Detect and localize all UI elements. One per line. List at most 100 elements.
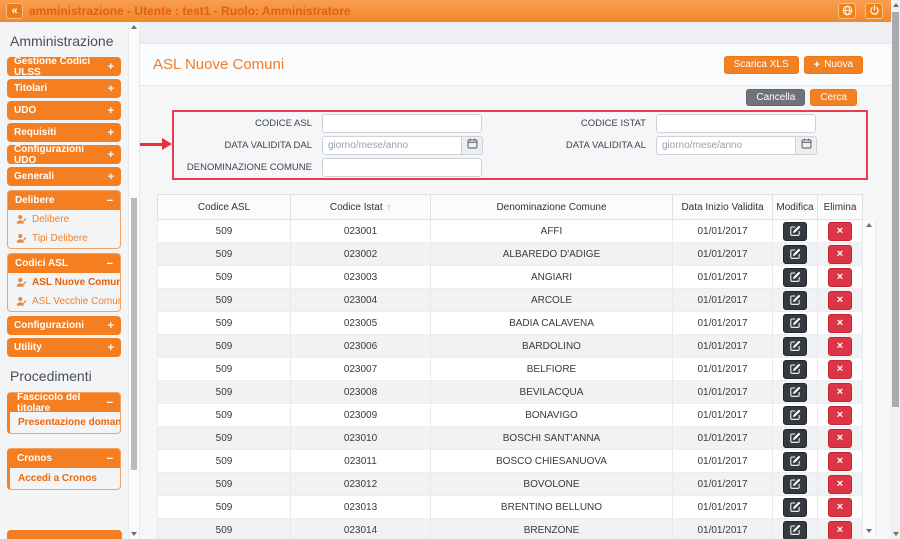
sidebar-collapse-button[interactable]: « (6, 3, 23, 19)
sidebar-item-tipi-delibere[interactable]: Tipi Delibere (8, 229, 120, 248)
delete-button[interactable]: × (828, 360, 852, 379)
delete-button[interactable]: × (828, 268, 852, 287)
x-icon: × (837, 318, 843, 329)
scroll-down-arrow[interactable] (893, 532, 899, 536)
content-top-band (140, 22, 891, 44)
cell-denominazione-comune: AFFI (431, 220, 673, 243)
edit-button[interactable] (783, 429, 807, 448)
sidebar-group-gestione-codici-ulss[interactable]: Gestione Codici ULSS+ (7, 57, 121, 76)
cell-denominazione-comune: BRENTINO BELLUNO (431, 496, 673, 519)
edit-button[interactable] (783, 360, 807, 379)
data-validita-al-input[interactable] (656, 136, 796, 155)
sidebar-item-asl-nuove-comuni[interactable]: ASL Nuove Comuni (8, 273, 120, 292)
column-header-denominazione-comune[interactable]: Denominazione Comune (431, 195, 673, 220)
cell-codice-asl: 509 (158, 450, 291, 473)
sidebar-group-utility[interactable]: Utility+ (7, 338, 121, 357)
cell-codice-istat: 023003 (291, 266, 431, 289)
logout-power-button[interactable] (865, 3, 883, 19)
window-vertical-scrollbar[interactable] (891, 0, 900, 539)
edit-button[interactable] (783, 383, 807, 402)
sidebar-item-presentazione-domande[interactable]: Presentazione domande (10, 412, 120, 433)
edit-button[interactable] (783, 452, 807, 471)
column-header-codice-asl[interactable]: Codice ASL (158, 195, 291, 220)
table-row: 509023007BELFIORE01/01/2017× (158, 358, 863, 381)
delete-button[interactable]: × (828, 406, 852, 425)
calendar-icon-button[interactable] (462, 136, 483, 155)
cell-modifica (773, 427, 818, 450)
scroll-down-arrow[interactable] (866, 529, 872, 533)
search-button[interactable]: Cerca (810, 89, 857, 106)
clear-button[interactable]: Cancella (746, 89, 805, 106)
x-icon: × (837, 410, 843, 421)
codice-istat-input[interactable] (656, 114, 816, 133)
sidebar-group-requisiti[interactable]: Requisiti+ (7, 123, 121, 142)
cell-codice-istat: 023006 (291, 335, 431, 358)
sidebar-item-delibere[interactable]: Delibere (8, 210, 120, 229)
delete-button[interactable]: × (828, 475, 852, 494)
table-scrollbar[interactable] (863, 220, 876, 536)
cell-codice-istat: 023005 (291, 312, 431, 335)
delete-button[interactable]: × (828, 429, 852, 448)
language-globe-button[interactable] (838, 3, 856, 19)
scroll-up-arrow[interactable] (866, 223, 872, 227)
form-label-data-validita-dal: DATA VALIDITA DAL (174, 140, 322, 151)
delete-button[interactable]: × (828, 245, 852, 264)
edit-button[interactable] (783, 498, 807, 517)
cell-denominazione-comune: BEVILACQUA (431, 381, 673, 404)
sidebar-scrollbar[interactable] (128, 22, 140, 539)
denominazione-comune-input[interactable] (322, 158, 482, 177)
codice-asl-input[interactable] (322, 114, 482, 133)
sidebar-group-header-delibere[interactable]: Delibere− (8, 191, 120, 210)
column-header-codice-istat[interactable]: Codice Istat↑ (291, 195, 431, 220)
new-button[interactable]: + Nuova (804, 56, 863, 74)
delete-button[interactable]: × (828, 222, 852, 241)
edit-button[interactable] (783, 406, 807, 425)
cell-modifica (773, 381, 818, 404)
delete-button[interactable]: × (828, 521, 852, 539)
column-header-elimina[interactable]: Elimina (818, 195, 863, 220)
edit-button[interactable] (783, 245, 807, 264)
x-icon: × (837, 295, 843, 306)
delete-button[interactable]: × (828, 314, 852, 333)
cell-codice-asl: 509 (158, 335, 291, 358)
scroll-up-arrow[interactable] (131, 25, 137, 29)
sidebar-group-configurazioni-udo[interactable]: Configurazioni UDO+ (7, 145, 121, 164)
table-row: 509023011BOSCO CHIESANUOVA01/01/2017× (158, 450, 863, 473)
edit-button[interactable] (783, 291, 807, 310)
collapse-minus-icon: − (107, 397, 113, 409)
scrollbar-thumb[interactable] (892, 12, 899, 407)
delete-button[interactable]: × (828, 452, 852, 471)
sidebar-item-accedi-a-cronos[interactable]: Accedi a Cronos (10, 468, 120, 489)
edit-button[interactable] (783, 222, 807, 241)
sidebar-group-udo[interactable]: UDO+ (7, 101, 121, 120)
form-field-codice-istat (656, 114, 832, 133)
data-validita-dal-input[interactable] (322, 136, 462, 155)
calendar-icon-button[interactable] (796, 136, 817, 155)
edit-button[interactable] (783, 337, 807, 356)
cell-codice-istat: 023012 (291, 473, 431, 496)
scroll-down-arrow[interactable] (131, 532, 137, 536)
column-header-data-inizio-validita[interactable]: Data Inizio Validita (673, 195, 773, 220)
edit-pencil-icon (790, 454, 801, 469)
sidebar-group-generali[interactable]: Generali+ (7, 167, 121, 186)
sidebar-group-titolari[interactable]: Titolari+ (7, 79, 121, 98)
delete-button[interactable]: × (828, 383, 852, 402)
edit-button[interactable] (783, 475, 807, 494)
scrollbar-thumb[interactable] (131, 198, 137, 470)
sidebar-item-asl-vecchie-comuni[interactable]: ASL Vecchie Comuni (8, 292, 120, 311)
edit-pencil-icon (790, 270, 801, 285)
sidebar-partial-menu-bar[interactable] (7, 530, 122, 539)
delete-button[interactable]: × (828, 291, 852, 310)
sidebar-group-header-codici-asl[interactable]: Codici ASL− (8, 254, 120, 273)
edit-button[interactable] (783, 268, 807, 287)
column-header-modifica[interactable]: Modifica (773, 195, 818, 220)
edit-button[interactable] (783, 521, 807, 539)
scroll-up-arrow[interactable] (893, 3, 899, 7)
sidebar-group-header-cronos[interactable]: Cronos− (10, 449, 120, 468)
delete-button[interactable]: × (828, 498, 852, 517)
download-xls-button[interactable]: Scarica XLS (724, 56, 799, 74)
edit-button[interactable] (783, 314, 807, 333)
sidebar-group-configurazioni[interactable]: Configurazioni+ (7, 316, 121, 335)
delete-button[interactable]: × (828, 337, 852, 356)
sidebar-group-header-fascicolo-del-titolare[interactable]: Fascicolo del titolare− (10, 393, 120, 412)
